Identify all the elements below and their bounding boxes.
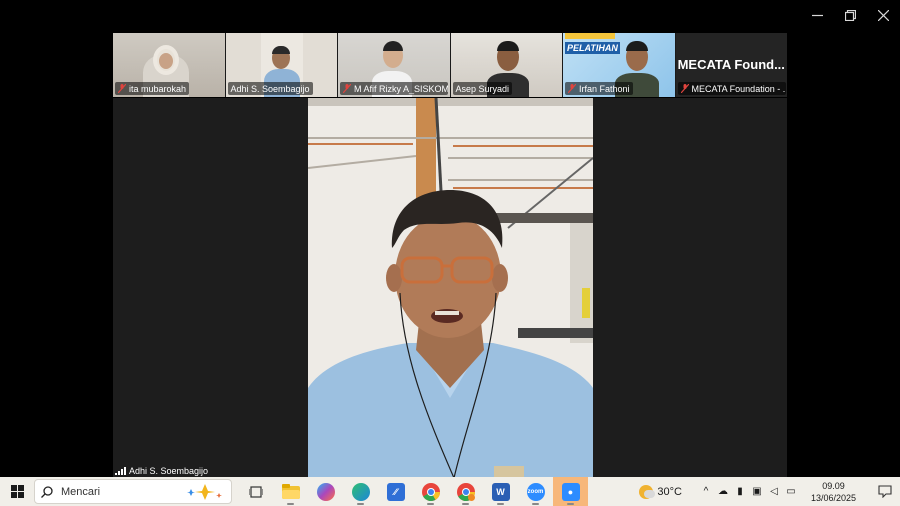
participant-tile[interactable]: M Afif Rizky A_SISKOM <box>338 33 450 97</box>
weather-widget[interactable]: 30°C <box>639 484 682 499</box>
mic-off-icon <box>568 84 576 93</box>
copilot-icon[interactable] <box>308 477 343 506</box>
participant-name: Asep Suryadi <box>455 83 510 94</box>
speaker-name-label: Adhi S. Soembagijo <box>115 466 208 476</box>
participant-name: ita mubarokah <box>129 83 187 94</box>
temperature: 30°C <box>657 485 682 498</box>
chrome-icon[interactable] <box>413 477 448 506</box>
participant-name-display: MECATA Found... <box>677 57 785 72</box>
microphone-icon[interactable]: ▮ <box>734 486 746 498</box>
participant-tile[interactable]: ita mubarokah <box>113 33 225 97</box>
taskbar-clock[interactable]: 09.09 13/06/2025 <box>811 480 856 504</box>
participant-name-bar: Irfan Fathoni <box>565 82 633 95</box>
restore-icon[interactable] <box>834 0 867 30</box>
connection-signal-icon <box>115 467 126 475</box>
windows-start-icon[interactable] <box>0 477 34 506</box>
participant-name: Adhi S. Soembagijo <box>230 83 310 94</box>
participant-name-bar: M Afif Rizky A_SISKOM <box>340 82 448 95</box>
participant-name-bar: ita mubarokah <box>115 82 190 95</box>
participant-name: Irfan Fathoni <box>579 83 630 94</box>
search-placeholder: Mencari <box>61 485 101 498</box>
mic-off-icon <box>118 84 126 93</box>
mic-off-icon <box>680 84 689 93</box>
cloud-icon[interactable]: ☁ <box>717 486 729 498</box>
task-view-icon[interactable] <box>238 477 273 506</box>
participant-name-bar: Adhi S. Soembagijo <box>227 82 313 95</box>
participant-tile-active-speaker[interactable]: Adhi S. Soembagijo <box>225 33 337 97</box>
clock-date: 13/06/2025 <box>810 492 856 503</box>
edge-icon[interactable] <box>343 477 378 506</box>
participant-name-bar: Asep Suryadi <box>452 82 513 95</box>
notification-icon[interactable] <box>870 485 900 498</box>
clock-time: 09.09 <box>822 480 845 491</box>
battery-icon[interactable]: ▭ <box>785 486 797 498</box>
participant-tile[interactable]: PELATIHAN Irfan Fathoni <box>563 33 675 97</box>
participant-gallery: ita mubarokah Adhi S. Soembagijo M Afif … <box>113 33 787 97</box>
taskbar-search-box[interactable]: Mencari <box>34 479 232 504</box>
taskbar: Mencari ⁄⁄ W zoom ● 30°C ^ ☁ ▮ ▣ ◁ ▭ 09.… <box>0 477 900 506</box>
speaker-video-frame <box>308 98 593 478</box>
speaker-stage: Adhi S. Soembagijo <box>113 98 787 478</box>
participant-name-bar: MECATA Foundation - ... <box>677 82 786 95</box>
zoom-icon[interactable]: zoom <box>518 477 553 506</box>
file-explorer-icon[interactable] <box>273 477 308 506</box>
visual-studio-icon[interactable]: ⁄⁄ <box>378 477 413 506</box>
participant-tile[interactable]: MECATA Found... MECATA Foundation - ... <box>675 33 787 97</box>
mic-off-icon <box>343 84 351 93</box>
speaker-name: Adhi S. Soembagijo <box>129 466 209 476</box>
volume-icon[interactable]: ◁ <box>768 486 780 498</box>
weather-partly-cloudy-icon <box>639 484 656 499</box>
participant-tile[interactable]: Asep Suryadi <box>450 33 562 97</box>
speaker-video[interactable] <box>308 98 593 478</box>
virtual-background-title: PELATIHAN <box>565 42 620 54</box>
word-icon[interactable]: W <box>483 477 518 506</box>
search-icon <box>41 485 53 498</box>
sparkle-icon <box>187 483 222 500</box>
chrome-profile-icon[interactable] <box>448 477 483 506</box>
chevron-up-icon[interactable]: ^ <box>700 486 712 498</box>
participant-name: MECATA Foundation - ... <box>691 83 786 94</box>
camera-icon[interactable]: ▣ <box>751 486 763 498</box>
minimize-icon[interactable] <box>801 0 834 30</box>
window-controls <box>801 0 900 30</box>
zoom-meeting-icon[interactable]: ● <box>553 477 588 506</box>
close-icon[interactable] <box>867 0 900 30</box>
system-tray: 30°C ^ ☁ ▮ ▣ ◁ ▭ 09.09 13/06/2025 <box>639 477 900 506</box>
participant-name: M Afif Rizky A_SISKOM <box>354 83 448 94</box>
